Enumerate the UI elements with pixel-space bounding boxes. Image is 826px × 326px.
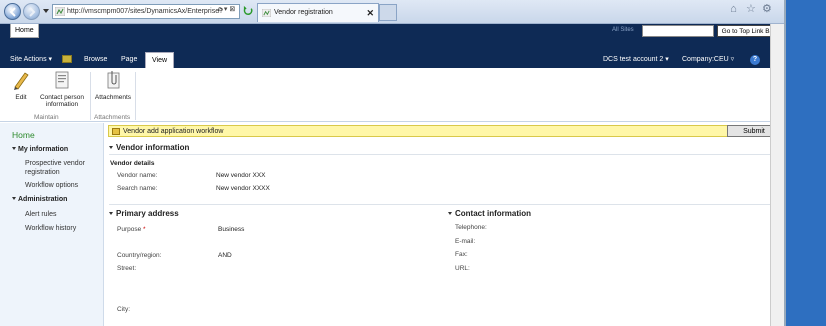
address-url: http://vmscmpm007/sites/DynamicsAx/Enter… [67, 8, 223, 15]
search-name-label: Search name: [117, 185, 158, 192]
nav-item-alert-rules[interactable]: Alert rules [25, 210, 101, 219]
fax-label: Fax: [455, 251, 468, 258]
nav-item-prospective-vendor-registration[interactable]: Prospective vendor registration [25, 159, 101, 177]
sharepoint-top-bar: Home All Sites Go to Top Link Bar [0, 24, 784, 52]
nav-group-label: Administration [18, 196, 68, 203]
group-label-attachments: Attachments [94, 114, 131, 121]
attachments-button[interactable]: Attachments [92, 70, 134, 101]
search-input[interactable] [642, 25, 714, 37]
vertical-scrollbar[interactable] [770, 24, 784, 326]
contact-person-label: Contact person information [39, 94, 85, 108]
edit-button[interactable]: Edit [8, 70, 34, 101]
address-bar[interactable]: http://vmscmpm007/sites/DynamicsAx/Enter… [52, 4, 240, 19]
section-vendor-information[interactable]: Vendor information [109, 143, 189, 152]
left-navigation: Home My information Prospective vendor r… [0, 123, 104, 326]
workflow-icon [112, 128, 120, 135]
workflow-bar-text: Vendor add application workflow [123, 128, 224, 135]
collapse-triangle-icon [448, 212, 452, 215]
pencil-icon [14, 72, 29, 90]
subsection-vendor-details: Vendor details [110, 160, 155, 167]
desktop-background [784, 0, 826, 326]
help-icon[interactable]: ? [750, 55, 760, 65]
tab-page[interactable]: Page [121, 52, 137, 68]
site-favicon-icon [55, 7, 65, 16]
street-label: Street: [117, 265, 137, 272]
ribbon-panel: Edit Contact person information Attachme… [0, 68, 784, 122]
site-actions-menu[interactable]: Site Actions ▾ [10, 52, 52, 68]
browser-toolbar: http://vmscmpm007/sites/DynamicsAx/Enter… [0, 0, 784, 24]
ribbon-group-divider [135, 72, 136, 120]
country-region-value[interactable]: AND [218, 252, 232, 259]
collapse-triangle-icon [12, 197, 16, 200]
browser-right-icons: ⌂ ☆ ⚙ [726, 4, 772, 15]
main-content: Vendor add application workflow Submit V… [105, 123, 784, 326]
user-menu[interactable]: DCS test account 2 ▾ [603, 52, 669, 68]
address-search-buttons[interactable]: ρ ▾ ⊠ [218, 5, 235, 13]
purpose-value[interactable]: Business [218, 226, 244, 233]
edit-label: Edit [15, 94, 27, 101]
nav-home[interactable]: Home [12, 130, 35, 140]
tab-favicon-icon [262, 9, 271, 17]
forward-arrow-icon [29, 7, 36, 17]
refresh-icon[interactable] [243, 5, 254, 16]
section-primary-address[interactable]: Primary address [109, 209, 179, 218]
top-nav-home[interactable]: Home [10, 24, 39, 38]
workflow-status-bar: Vendor add application workflow [108, 125, 728, 137]
forward-button[interactable] [23, 3, 40, 20]
nav-group-my-information[interactable]: My information [12, 146, 68, 153]
tab-close-icon[interactable]: ✕ [366, 4, 374, 22]
email-label: E-mail: [455, 238, 476, 245]
search-name-value: New vendor XXXX [216, 185, 270, 192]
home-icon[interactable]: ⌂ [730, 4, 740, 15]
tab-browse[interactable]: Browse [84, 52, 107, 68]
url-label: URL: [455, 265, 470, 272]
tab-title: Vendor registration [274, 9, 333, 16]
collapse-triangle-icon [109, 212, 113, 215]
purpose-label-text: Purpose [117, 226, 142, 233]
section-title: Contact information [455, 209, 531, 218]
favorites-star-icon[interactable]: ☆ [746, 4, 756, 15]
section-title: Primary address [116, 209, 179, 218]
purpose-label: Purpose * [117, 226, 146, 233]
history-dropdown-icon[interactable] [43, 9, 49, 13]
company-selector[interactable]: Company:CEU ▿ [682, 52, 734, 68]
back-arrow-icon [9, 7, 16, 17]
required-marker: * [143, 226, 146, 233]
nav-group-label: My information [18, 146, 69, 153]
telephone-label: Telephone: [455, 224, 487, 231]
section-title: Vendor information [116, 143, 190, 152]
ribbon-group-divider [90, 72, 91, 120]
collapse-triangle-icon [109, 146, 113, 149]
paperclip-icon [107, 71, 120, 89]
tab-vendor-registration[interactable]: Vendor registration ✕ [257, 3, 379, 22]
browser-window: http://vmscmpm007/sites/DynamicsAx/Enter… [0, 0, 826, 326]
new-tab-button[interactable] [379, 4, 397, 21]
nav-item-workflow-options[interactable]: Workflow options [25, 181, 101, 190]
back-button[interactable] [4, 3, 21, 20]
divider [109, 204, 781, 205]
tab-view[interactable]: View [145, 52, 175, 68]
settings-gear-icon[interactable]: ⚙ [762, 4, 772, 15]
contact-card-icon [55, 71, 69, 89]
attachments-label: Attachments [94, 94, 132, 101]
country-region-label: Country/region: [117, 252, 162, 259]
navigate-up-folder-icon[interactable] [62, 55, 72, 63]
vendor-name-value: New vendor XXX [216, 172, 266, 179]
collapse-triangle-icon [12, 147, 16, 150]
vendor-name-label: Vendor name: [117, 172, 158, 179]
city-label: City: [117, 306, 130, 313]
contact-person-button[interactable]: Contact person information [36, 70, 88, 108]
nav-group-administration[interactable]: Administration [12, 196, 67, 203]
divider [109, 154, 781, 155]
group-label-maintain: Maintain [34, 114, 59, 121]
nav-item-workflow-history[interactable]: Workflow history [25, 224, 101, 233]
search-scope-label: All Sites [612, 27, 634, 33]
section-contact-information[interactable]: Contact information [448, 209, 531, 218]
ribbon-tab-bar: Site Actions ▾ Browse Page View DCS test… [0, 52, 784, 68]
